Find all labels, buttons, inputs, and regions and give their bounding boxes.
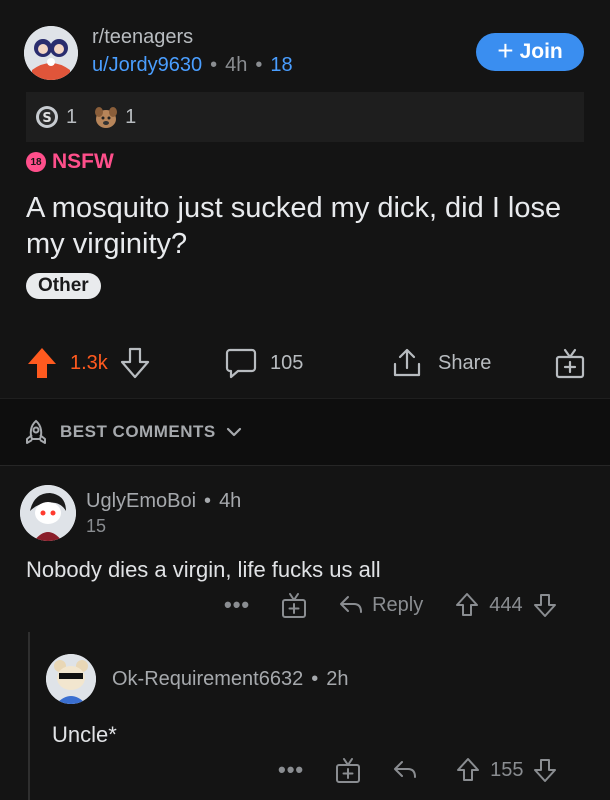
chevron-down-icon — [226, 426, 242, 438]
comment-bubble-icon — [224, 346, 258, 380]
separator-dot: • — [311, 668, 319, 690]
join-label: Join — [519, 40, 563, 63]
comment-vote-count: 155 — [490, 758, 524, 781]
comment-actions: ••• 155 — [278, 755, 557, 785]
comment-vote-count: 444 — [489, 593, 523, 616]
author-link[interactable]: u/Jordy9630 — [92, 54, 202, 77]
thread-line[interactable] — [28, 632, 30, 800]
nsfw-tag: 18 NSFW — [26, 150, 114, 174]
dog-award-icon — [93, 104, 119, 130]
reply-icon — [340, 596, 363, 613]
share-button[interactable]: Share — [390, 346, 491, 380]
reply-label: Reply — [372, 593, 424, 616]
join-button[interactable]: + Join — [476, 33, 584, 71]
downvote-icon[interactable] — [533, 592, 557, 618]
award-count: 1 — [125, 105, 137, 128]
comment-actions: ••• Reply 444 — [224, 590, 557, 620]
award-gift-icon[interactable] — [280, 590, 308, 620]
reply-icon[interactable] — [392, 759, 418, 781]
share-label: Share — [438, 351, 492, 374]
upvote-icon[interactable] — [456, 757, 480, 783]
silver-award-icon: S — [34, 104, 60, 130]
post-count: 18 — [270, 54, 293, 76]
downvote-icon[interactable] — [120, 346, 150, 380]
post-title[interactable]: A mosquito just sucked my dick, did I lo… — [26, 190, 586, 262]
share-icon — [390, 346, 424, 380]
comment-age: 2h — [326, 668, 349, 690]
comment-username[interactable]: Ok-Requirement6632 — [112, 668, 303, 691]
comment-header: UglyEmoBoi • 4h — [86, 490, 241, 513]
separator-dot: • — [255, 54, 263, 76]
subreddit-name[interactable]: r/teenagers — [92, 26, 193, 49]
avatar[interactable] — [46, 654, 96, 704]
avatar[interactable] — [20, 485, 76, 541]
comment-age: 4h — [219, 490, 242, 512]
award-gift-icon[interactable] — [334, 755, 362, 785]
sort-label: BEST COMMENTS — [60, 422, 216, 441]
comment-body: Uncle* — [52, 722, 117, 747]
awards-bar[interactable]: S 1 1 — [26, 92, 584, 142]
comment-count: 105 — [270, 351, 304, 374]
nsfw-label: NSFW — [52, 150, 114, 173]
subreddit-avatar[interactable] — [24, 26, 78, 80]
comment-header: Ok-Requirement6632 • 2h — [112, 668, 348, 691]
downvote-icon[interactable] — [533, 757, 557, 783]
more-options-icon[interactable]: ••• — [224, 592, 250, 618]
rocket-icon — [22, 418, 50, 446]
comment-username[interactable]: UglyEmoBoi — [86, 490, 196, 513]
sort-dropdown[interactable]: BEST COMMENTS — [22, 418, 242, 446]
vote-group: 1.3k — [26, 346, 150, 380]
nsfw-badge-icon: 18 — [26, 152, 46, 172]
post-age: 4h — [225, 54, 248, 76]
award-count: 1 — [66, 105, 78, 128]
reply-button[interactable]: Reply — [338, 594, 423, 617]
comment-body: Nobody dies a virgin, life fucks us all — [26, 557, 381, 582]
comments-button[interactable]: 105 — [224, 346, 303, 380]
upvote-icon[interactable] — [455, 592, 479, 618]
award-gift-icon[interactable] — [554, 346, 586, 380]
more-options-icon[interactable]: ••• — [278, 757, 304, 783]
separator-dot: • — [204, 490, 212, 512]
post-flair[interactable]: Other — [26, 273, 101, 299]
upvote-count: 1.3k — [70, 351, 108, 374]
svg-text:S: S — [42, 111, 51, 126]
separator-dot: • — [210, 54, 218, 76]
post-meta: u/Jordy9630 • 4h • 18 — [92, 54, 293, 77]
comment-score: 15 — [86, 516, 107, 536]
plus-icon: + — [497, 35, 514, 66]
upvote-icon[interactable] — [26, 346, 58, 380]
